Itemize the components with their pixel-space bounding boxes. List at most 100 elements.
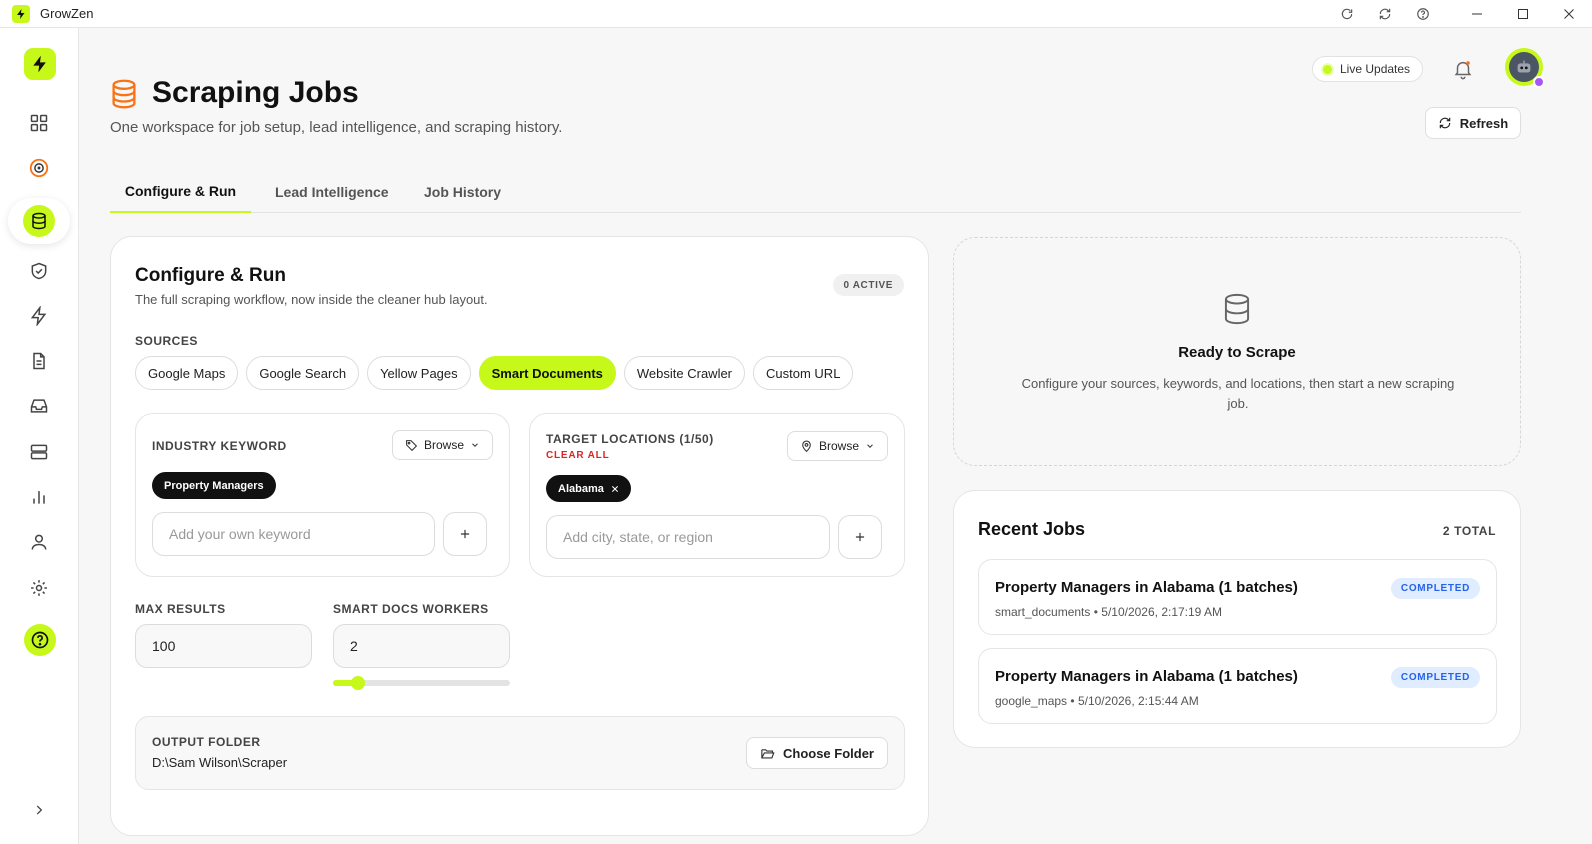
location-input[interactable]: Add city, state, or region — [546, 515, 830, 559]
target-icon[interactable] — [17, 146, 61, 190]
source-chip-smart-documents[interactable]: Smart Documents — [478, 356, 616, 390]
source-chip-google-maps[interactable]: Google Maps — [135, 356, 239, 390]
title-bar: GrowZen — [0, 0, 1592, 28]
add-keyword-button[interactable] — [443, 512, 487, 556]
database-icon — [1222, 293, 1252, 328]
chevron-right-icon[interactable] — [17, 788, 61, 832]
reload-icon[interactable] — [1328, 0, 1366, 28]
bolt-icon[interactable] — [17, 294, 61, 338]
smart-docs-workers-label: SMART DOCS WORKERS — [333, 602, 489, 616]
gear-icon[interactable] — [17, 566, 61, 610]
server-icon[interactable] — [17, 430, 61, 474]
map-pin-icon — [802, 440, 811, 452]
workers-slider[interactable] — [333, 676, 510, 690]
source-chip-google-search[interactable]: Google Search — [246, 356, 360, 390]
dashboard-icon[interactable] — [17, 101, 61, 145]
avatar[interactable] — [1505, 48, 1545, 88]
ready-to-scrape-card: Ready to Scrape Configure your sources, … — [953, 237, 1521, 466]
inbox-icon[interactable] — [17, 384, 61, 428]
job-source: smart_documents — [995, 605, 1091, 619]
keyword-tag-label: Property Managers — [164, 479, 264, 492]
status-badge: COMPLETED — [1390, 667, 1480, 688]
source-chip-yellow-pages[interactable]: Yellow Pages — [367, 356, 471, 390]
location-browse-label: Browse — [818, 439, 859, 453]
keyword-tag[interactable]: Property Managers — [152, 472, 276, 499]
target-locations-label: TARGET LOCATIONS (1/50) — [546, 432, 714, 446]
bolt-logo-icon[interactable] — [24, 48, 56, 80]
live-updates-toggle[interactable]: Live Updates — [1312, 56, 1424, 82]
industry-keyword-label: INDUSTRY KEYWORD — [152, 439, 287, 453]
job-time: 5/10/2026, 2:17:19 AM — [1101, 605, 1223, 619]
tab-lead-intelligence[interactable]: Lead Intelligence — [275, 170, 389, 213]
configure-subtitle: The full scraping workflow, now inside t… — [135, 292, 488, 307]
tab-bar: Configure & Run Lead Intelligence Job Hi… — [110, 170, 1521, 213]
app-logo-icon — [12, 4, 30, 23]
job-meta-separator: • — [1070, 694, 1075, 708]
document-icon[interactable] — [17, 339, 61, 383]
chevron-down-icon — [867, 444, 873, 448]
remove-tag-icon[interactable] — [611, 485, 619, 493]
database-stack-icon — [110, 79, 138, 112]
live-status-dot — [1323, 64, 1332, 74]
refresh-label: Refresh — [1459, 115, 1509, 131]
help-circle-icon[interactable] — [1404, 0, 1442, 28]
job-name: Property Managers in Alabama (1 batches) — [995, 579, 1298, 596]
window-title: GrowZen — [40, 6, 94, 21]
keyword-input[interactable]: Add your own keyword — [152, 512, 435, 556]
max-results-input[interactable]: 100 — [135, 624, 312, 668]
choose-folder-button[interactable]: Choose Folder — [745, 737, 888, 769]
keyword-browse-label: Browse — [423, 438, 464, 452]
workers-input[interactable]: 2 — [333, 624, 510, 668]
source-chip-website-crawler[interactable]: Website Crawler — [623, 356, 746, 390]
job-list-item[interactable]: Property Managers in Alabama (1 batches)… — [978, 559, 1497, 635]
shield-icon[interactable] — [17, 249, 61, 293]
recent-jobs-title: Recent Jobs — [978, 519, 1086, 539]
plus-icon — [460, 529, 470, 539]
location-browse-button[interactable]: Browse — [786, 431, 888, 461]
tag-icon — [406, 439, 418, 451]
page-subtitle: One workspace for job setup, lead intell… — [110, 119, 563, 136]
database-icon — [23, 205, 55, 237]
industry-keyword-panel: INDUSTRY KEYWORD Browse Property Manager… — [135, 413, 510, 577]
add-location-button[interactable] — [838, 515, 882, 559]
minimize-icon[interactable] — [1454, 0, 1500, 28]
tab-job-history[interactable]: Job History — [424, 170, 501, 213]
sources-label: SOURCES — [135, 334, 198, 348]
user-icon[interactable] — [17, 520, 61, 564]
status-badge: COMPLETED — [1390, 578, 1480, 599]
recent-jobs-total: 2 TOTAL — [1442, 524, 1496, 538]
source-chip-custom-url[interactable]: Custom URL — [753, 356, 854, 390]
ready-title: Ready to Scrape — [1178, 344, 1296, 361]
clear-all-link[interactable]: CLEAR ALL — [546, 450, 610, 461]
sync-icon[interactable] — [1366, 0, 1404, 28]
chevron-down-icon — [472, 443, 478, 447]
bell-icon[interactable] — [1452, 58, 1474, 83]
tab-configure-run[interactable]: Configure & Run — [110, 170, 251, 213]
location-tag[interactable]: Alabama — [546, 475, 631, 502]
bar-chart-icon[interactable] — [17, 475, 61, 519]
refresh-button[interactable]: Refresh — [1425, 107, 1521, 139]
job-meta-separator: • — [1093, 605, 1098, 619]
sidebar — [0, 28, 79, 844]
recent-jobs-card: Recent Jobs 2 TOTAL Property Managers in… — [953, 490, 1521, 748]
configure-title: Configure & Run — [135, 265, 286, 286]
job-source: google_maps — [995, 694, 1068, 708]
page-title: Scraping Jobs — [152, 76, 359, 109]
job-meta: smart_documents • 5/10/2026, 2:17:19 AM — [995, 605, 1222, 619]
refresh-icon — [1439, 117, 1451, 129]
configure-run-card: Configure & Run The full scraping workfl… — [110, 236, 929, 836]
ready-description: Configure your sources, keywords, and lo… — [1021, 376, 1455, 411]
job-name: Property Managers in Alabama (1 batches) — [995, 668, 1298, 685]
active-count-badge: 0 ACTIVE — [832, 274, 904, 296]
job-list-item[interactable]: Property Managers in Alabama (1 batches)… — [978, 648, 1497, 724]
close-icon[interactable] — [1546, 0, 1592, 28]
avatar-status-badge — [1533, 76, 1545, 88]
help-icon[interactable] — [24, 624, 56, 656]
keyword-browse-button[interactable]: Browse — [391, 430, 493, 460]
maximize-icon[interactable] — [1500, 0, 1546, 28]
output-folder-label: OUTPUT FOLDER — [152, 735, 261, 749]
output-folder-path: D:\Sam Wilson\Scraper — [152, 755, 288, 770]
sidebar-item-scraping-jobs[interactable] — [8, 198, 70, 244]
plus-icon — [855, 532, 865, 542]
workers-slider-thumb[interactable] — [350, 676, 365, 690]
